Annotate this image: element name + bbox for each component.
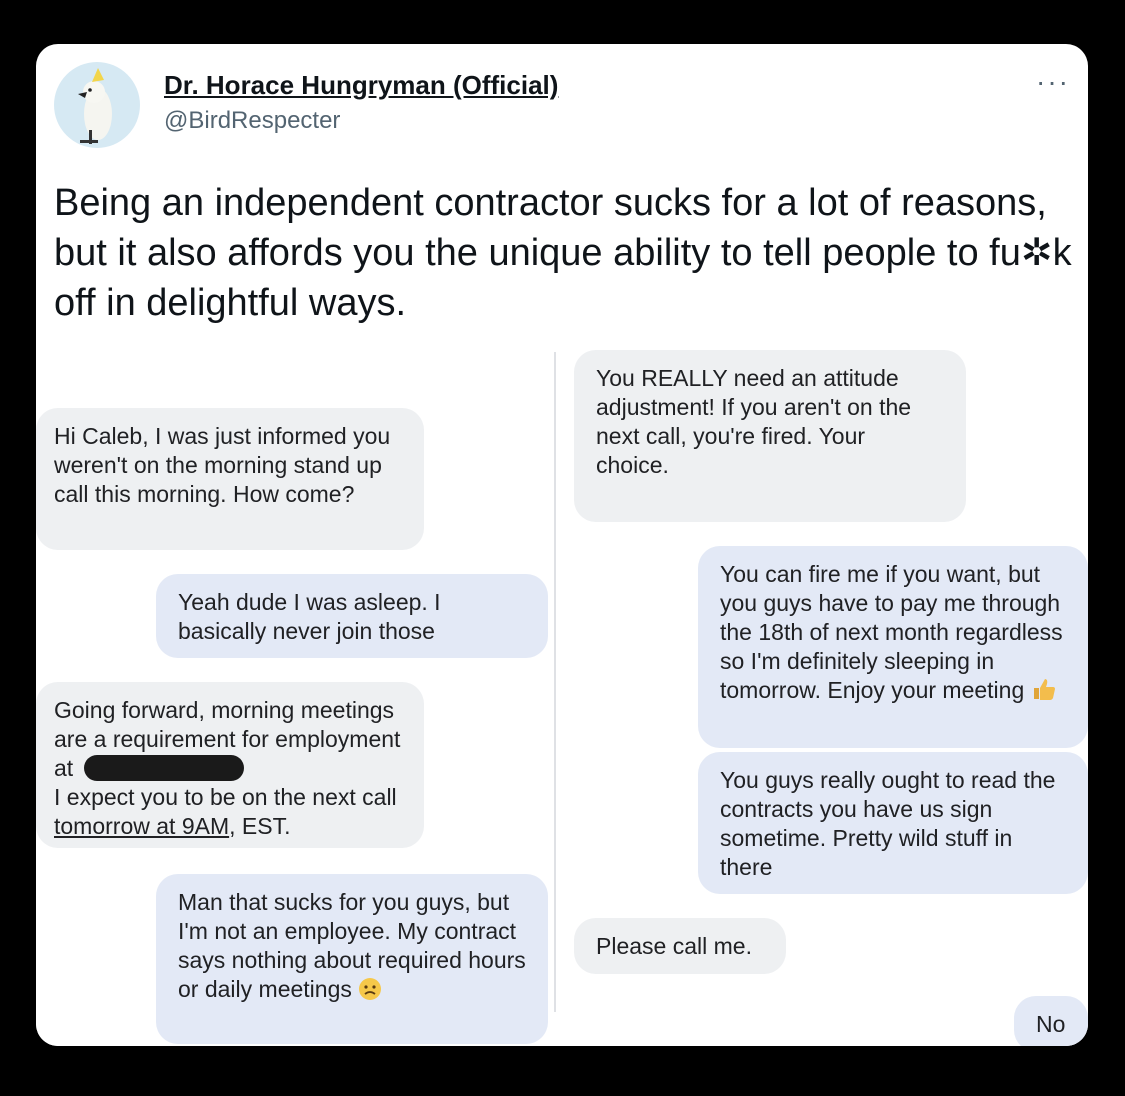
cockatoo-avatar-icon[interactable] (54, 62, 140, 148)
message-text: You can fire me if you want, but you guy… (720, 561, 1063, 703)
author-name[interactable]: Dr. Horace Hungryman (Official) (164, 70, 558, 101)
sad-face-icon (358, 977, 382, 1008)
message-sent: Man that sucks for you guys, but I'm not… (156, 874, 548, 1044)
chat-divider (554, 352, 556, 1012)
thumbs-up-icon (1031, 676, 1057, 709)
message-sent: Yeah dude I was asleep. I basically neve… (156, 574, 548, 658)
message-text: Please call me. (596, 933, 752, 959)
message-text: , EST. (229, 813, 291, 839)
message-text: You guys really ought to read the contra… (720, 767, 1056, 880)
message-sent: No (1014, 996, 1088, 1046)
tweet-text: Being an independent contractor sucks fo… (54, 182, 1072, 324)
message-text: Hi Caleb, I was just informed you weren'… (54, 423, 391, 507)
message-sent: You guys really ought to read the contra… (698, 752, 1088, 894)
date-link[interactable]: tomorrow at 9AM (54, 813, 229, 839)
tweet-card: Dr. Horace Hungryman (Official) @BirdRes… (36, 44, 1088, 1046)
more-options-icon[interactable]: ··· (1036, 66, 1070, 98)
message-text: Yeah dude I was asleep. I basically neve… (178, 589, 441, 644)
message-received: You REALLY need an attitude adjustment! … (574, 350, 966, 522)
message-received: Hi Caleb, I was just informed you weren'… (36, 408, 424, 550)
message-received: Going forward, morning meetings are a re… (36, 682, 424, 848)
message-sent: You can fire me if you want, but you guy… (698, 546, 1088, 748)
redacted-company-name (83, 755, 244, 781)
message-received: Please call me. (574, 918, 786, 974)
chat-screenshot: Hi Caleb, I was just informed you weren'… (36, 350, 1088, 1046)
message-text: No (1036, 1011, 1066, 1037)
message-text: You REALLY need an attitude adjustment! … (596, 365, 912, 478)
author-handle[interactable]: @BirdRespecter (164, 107, 340, 135)
message-text: I expect you to be on the next call (54, 784, 397, 810)
message-text: Man that sucks for you guys, but I'm not… (178, 889, 526, 1002)
